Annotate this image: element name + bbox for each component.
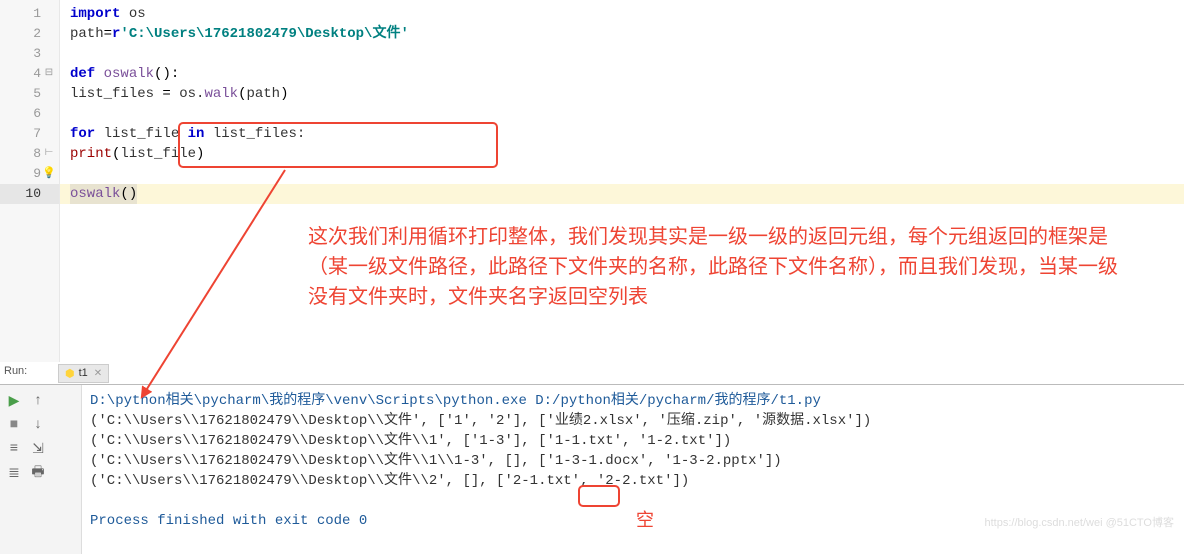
- run-tab[interactable]: ⬢ t1 ✕: [58, 364, 109, 383]
- code-line: [60, 44, 1184, 64]
- layout-button[interactable]: ≡: [2, 437, 26, 461]
- run-button[interactable]: ▶: [2, 389, 26, 413]
- down-button[interactable]: ↓: [26, 413, 50, 437]
- line-number: 1: [0, 4, 59, 24]
- output-line: ('C:\\Users\\17621802479\\Desktop\\文件', …: [90, 411, 1176, 431]
- code-area[interactable]: import os path=r'C:\Users\17621802479\De…: [60, 0, 1184, 362]
- run-tabs: ⬢ t1 ✕: [58, 362, 109, 384]
- fold-icon[interactable]: ⊟: [42, 66, 56, 80]
- output-line: ('C:\\Users\\17621802479\\Desktop\\文件\\2…: [90, 471, 1176, 491]
- code-line: import os: [60, 4, 1184, 24]
- editor-area: 1 2 3 4 5 6 7 8 9 10 ⊟ ⊢ 💡 import os pat…: [0, 0, 1184, 362]
- code-line: path=r'C:\Users\17621802479\Desktop\文件': [60, 24, 1184, 44]
- stop-button[interactable]: ■: [2, 413, 26, 437]
- tab-label: t1: [79, 367, 88, 379]
- empty-annotation: 空: [636, 506, 654, 532]
- code-line: for list_file in list_files:: [60, 124, 1184, 144]
- print-button[interactable]: 🖶: [26, 461, 50, 485]
- watermark: https://blog.csdn.net/wei @51CTO博客: [985, 514, 1175, 530]
- line-number: 6: [0, 104, 59, 124]
- up-button[interactable]: ↑: [26, 389, 50, 413]
- line-number: 3: [0, 44, 59, 64]
- output-line: ('C:\\Users\\17621802479\\Desktop\\文件\\1…: [90, 431, 1176, 451]
- fold-end-icon[interactable]: ⊢: [42, 146, 56, 160]
- code-line: [60, 104, 1184, 124]
- code-line: def oswalk():: [60, 64, 1184, 84]
- code-line: print(list_file): [60, 144, 1184, 164]
- blank-line: [90, 491, 1176, 511]
- gutter: 1 2 3 4 5 6 7 8 9 10 ⊟ ⊢ 💡: [0, 0, 60, 362]
- command-line: D:\python相关\pycharm\我的程序\venv\Scripts\py…: [90, 391, 1176, 411]
- close-icon[interactable]: ✕: [94, 368, 102, 379]
- code-line: list_files = os.walk(path): [60, 84, 1184, 104]
- line-number: 7: [0, 124, 59, 144]
- output-line: ('C:\\Users\\17621802479\\Desktop\\文件\\1…: [90, 451, 1176, 471]
- wrap-button[interactable]: ⇲: [26, 437, 50, 461]
- line-number: 2: [0, 24, 59, 44]
- explanation-text: 这次我们利用循环打印整体，我们发现其实是一级一级的返回元组，每个元组返回的框架是…: [308, 222, 1118, 312]
- line-number: 5: [0, 84, 59, 104]
- python-icon: ⬢: [65, 367, 75, 380]
- more-button[interactable]: ≣: [2, 461, 26, 485]
- code-line: [60, 164, 1184, 184]
- lightbulb-icon[interactable]: 💡: [42, 166, 56, 180]
- run-toolbar: ▶ ↑ ■ ↓ ≡ ⇲ ≣ 🖶: [0, 385, 82, 554]
- code-line: oswalk(): [60, 184, 1184, 204]
- run-label: Run:: [4, 365, 27, 377]
- line-number: 10: [0, 184, 59, 204]
